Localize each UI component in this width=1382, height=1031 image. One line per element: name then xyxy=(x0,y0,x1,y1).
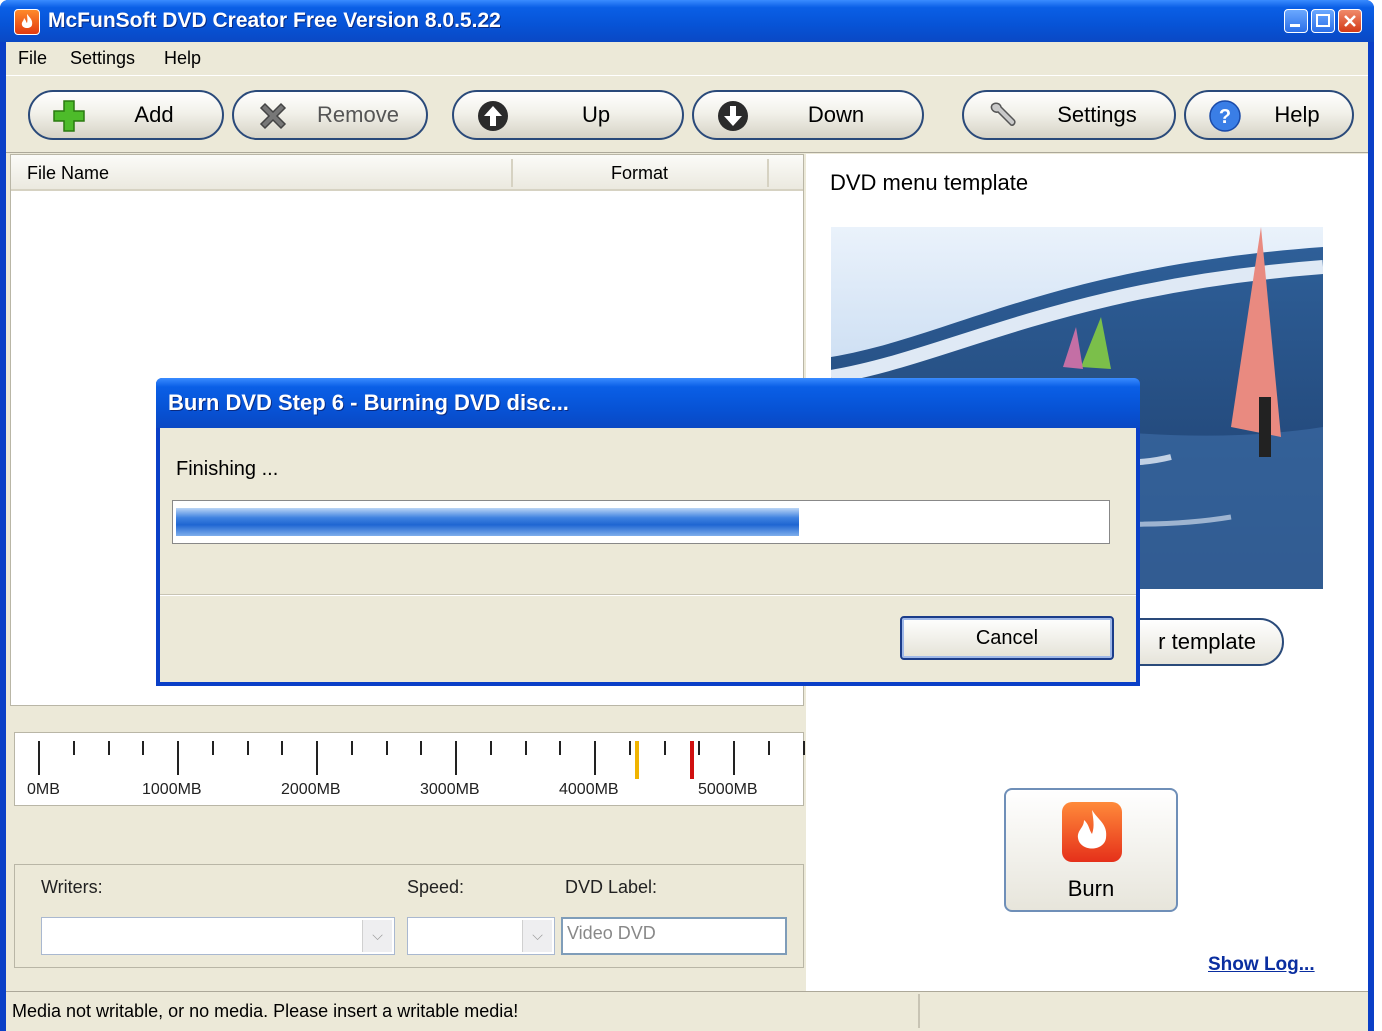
cancel-button-label: Cancel xyxy=(975,626,1039,649)
flame-icon xyxy=(14,9,40,35)
up-button[interactable]: Up xyxy=(452,90,684,140)
ruler-minor-tick xyxy=(802,741,805,755)
ruler-minor-tick xyxy=(211,741,214,755)
use-template-button-label: r template xyxy=(1158,629,1256,654)
menu-help[interactable]: Help xyxy=(164,48,201,69)
chevron-down-icon[interactable]: ⌵ xyxy=(522,920,552,952)
menu-bar: File Settings Help xyxy=(6,42,1368,76)
ruler-minor-tick xyxy=(142,741,145,755)
maximize-button[interactable] xyxy=(1311,9,1335,33)
status-bar: Media not writable, or no media. Please … xyxy=(6,991,1368,1031)
help-button-label: Help xyxy=(1274,102,1320,127)
file-list-header: File Name Format xyxy=(11,155,803,191)
dialog-separator xyxy=(160,594,1136,596)
burn-progress-bar xyxy=(172,500,1110,544)
column-file-name[interactable]: File Name xyxy=(27,163,109,184)
ruler-minor-tick xyxy=(698,741,701,755)
disc-capacity-ruler: 0MB 1000MB 2000MB 3000MB 4000MB 5000MB xyxy=(14,732,805,806)
dialog-body: Finishing ... Cancel xyxy=(160,428,1136,682)
ruler-major-tick xyxy=(316,741,318,775)
chevron-down-icon[interactable]: ⌵ xyxy=(362,920,392,952)
ruler-major-tick xyxy=(594,741,596,775)
ruler-minor-tick xyxy=(72,741,75,755)
menu-file[interactable]: File xyxy=(18,48,47,69)
speed-select[interactable]: ⌵ xyxy=(407,917,555,955)
ruler-minor-tick xyxy=(489,741,492,755)
title-bar[interactable]: McFunSoft DVD Creator Free Version 8.0.5… xyxy=(0,0,1374,42)
close-button[interactable] xyxy=(1338,9,1362,33)
speed-label: Speed: xyxy=(407,877,465,897)
ruler-minor-tick xyxy=(246,741,249,755)
writer-settings-group: Writers: Speed: DVD Label: ⌵ ⌵ Video DVD xyxy=(14,864,804,968)
status-separator xyxy=(918,994,920,1028)
menu-settings[interactable]: Settings xyxy=(70,48,135,69)
down-button-label: Down xyxy=(807,102,865,127)
ruler-label: 3000MB xyxy=(420,781,480,798)
dialog-status-text: Finishing ... xyxy=(176,458,279,480)
dvd-label-label: DVD Label: xyxy=(565,877,658,897)
column-separator[interactable] xyxy=(511,159,513,187)
cancel-button[interactable]: Cancel xyxy=(900,616,1114,660)
settings-button-label: Settings xyxy=(1057,102,1137,127)
minimize-button[interactable] xyxy=(1284,9,1308,33)
show-log-link[interactable]: Show Log... xyxy=(1208,954,1315,976)
ruler-major-tick xyxy=(455,741,457,775)
ruler-minor-tick xyxy=(281,741,284,755)
remove-button[interactable]: Remove xyxy=(232,90,428,140)
ruler-minor-tick xyxy=(663,741,666,755)
ruler-minor-tick xyxy=(559,741,562,755)
remove-button-label: Remove xyxy=(317,102,399,127)
toolbar: Add Remove Up Down Settings ? Help xyxy=(6,77,1368,153)
burn-button-label: Burn xyxy=(1067,876,1115,901)
down-button[interactable]: Down xyxy=(692,90,924,140)
writers-select[interactable]: ⌵ xyxy=(41,917,395,955)
dvd-label-input[interactable]: Video DVD xyxy=(561,917,787,955)
capacity-marker-yellow xyxy=(634,741,639,779)
settings-button[interactable]: Settings xyxy=(962,90,1176,140)
ruler-minor-tick xyxy=(420,741,423,755)
template-title: DVD menu template xyxy=(830,170,1029,195)
window-title: McFunSoft DVD Creator Free Version 8.0.5… xyxy=(48,9,501,32)
ruler-minor-tick xyxy=(767,741,770,755)
status-message: Media not writable, or no media. Please … xyxy=(12,1001,519,1021)
dialog-title: Burn DVD Step 6 - Burning DVD disc... xyxy=(168,390,569,415)
ruler-minor-tick xyxy=(524,741,527,755)
burn-progress-dialog: Burn DVD Step 6 - Burning DVD disc... Fi… xyxy=(156,378,1140,686)
add-button-label: Add xyxy=(134,102,174,127)
ruler-minor-tick xyxy=(107,741,110,755)
ruler-major-tick xyxy=(177,741,179,775)
ruler-minor-tick xyxy=(385,741,388,755)
ruler-minor-tick xyxy=(350,741,353,755)
progress-bar-fill xyxy=(176,508,799,536)
ruler-major-tick xyxy=(733,741,735,775)
dialog-title-bar[interactable]: Burn DVD Step 6 - Burning DVD disc... xyxy=(156,378,1140,428)
ruler-label: 5000MB xyxy=(698,781,758,798)
burn-button[interactable]: Burn xyxy=(1004,788,1178,912)
ruler-major-tick xyxy=(38,741,40,775)
help-button[interactable]: ? Help xyxy=(1184,90,1354,140)
writers-label: Writers: xyxy=(41,877,103,897)
ruler-minor-tick xyxy=(628,741,631,755)
ruler-label: 2000MB xyxy=(281,781,341,798)
capacity-marker-red xyxy=(690,741,695,779)
ruler-label: 4000MB xyxy=(559,781,619,798)
add-button[interactable]: Add xyxy=(28,90,224,140)
up-button-label: Up xyxy=(581,102,611,127)
column-format[interactable]: Format xyxy=(611,163,668,184)
ruler-label: 1000MB xyxy=(142,781,202,798)
ruler-label: 0MB xyxy=(27,781,60,798)
column-separator[interactable] xyxy=(767,159,769,187)
flame-icon xyxy=(1062,802,1122,862)
